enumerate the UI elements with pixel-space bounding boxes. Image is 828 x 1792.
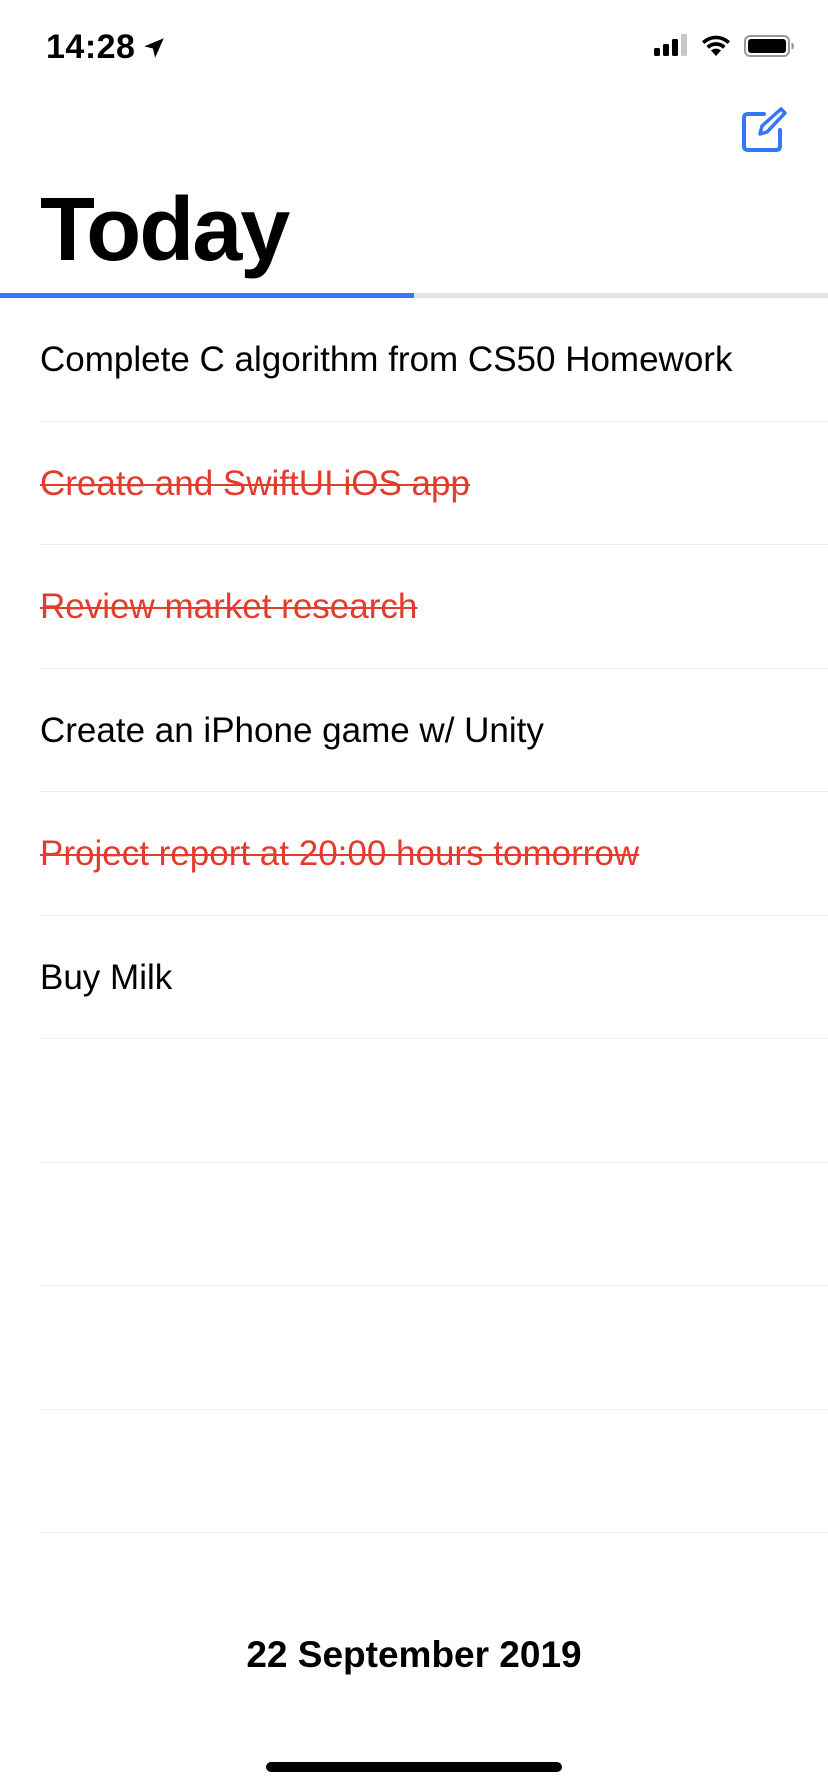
task-row[interactable]: Create and SwiftUI iOS app [40,422,828,545]
wifi-icon [702,35,730,56]
task-list: Complete C algorithm from CS50 Homework C… [40,298,828,1533]
empty-task-row[interactable] [40,1410,828,1533]
status-bar: 14:28 [0,0,828,100]
date-label: 22 September 2019 [246,1634,582,1675]
task-row[interactable]: Complete C algorithm from CS50 Homework [40,298,828,422]
status-time: 14:28 [46,28,167,67]
page-title: Today [40,180,290,280]
task-label-completed: Project report at 20:00 hours tomorrow [40,834,640,874]
cellular-signal-icon [654,34,687,56]
task-row[interactable]: Project report at 20:00 hours tomorrow [40,792,828,916]
task-label: Create an iPhone game w/ Unity [40,710,544,750]
battery-icon [744,35,794,57]
task-row[interactable]: Create an iPhone game w/ Unity [40,669,828,792]
compose-icon [742,107,787,152]
task-row[interactable]: Buy Milk [40,916,828,1039]
status-time-label: 14:28 [46,28,136,66]
empty-task-row[interactable] [40,1163,828,1286]
home-indicator[interactable] [266,1762,562,1772]
task-row[interactable]: Review market research [40,545,828,669]
task-label-completed: Review market research [40,587,418,627]
task-label: Buy Milk [40,957,173,997]
empty-task-row[interactable] [40,1286,828,1410]
compose-button[interactable] [740,106,788,154]
empty-task-row[interactable] [40,1039,828,1163]
task-label: Complete C algorithm from CS50 Homework [40,340,733,380]
location-arrow-icon [144,37,165,58]
task-label-completed: Create and SwiftUI iOS app [40,463,470,503]
status-icons [654,34,796,58]
